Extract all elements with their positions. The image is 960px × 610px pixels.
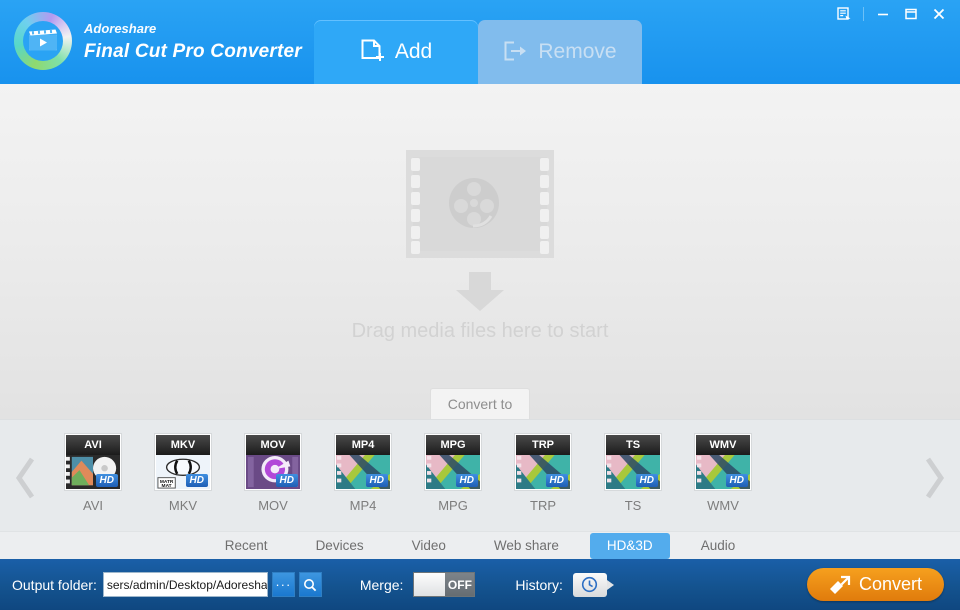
merge-toggle[interactable]: OFF [413,572,475,597]
format-icon-mp4: MP4 HD [335,434,391,490]
open-folder-button[interactable] [299,572,322,597]
format-item-mov[interactable]: MOV HD MOV [228,434,318,513]
brand-company: Adoreshare [84,22,302,35]
bottom-toolbar: Output folder: sers/admin/Desktop/Adores… [0,559,960,610]
merge-label: Merge: [360,577,404,593]
hd-badge: HD [276,474,298,487]
format-item-mpg[interactable]: MPG HD MPG [408,434,498,513]
hd-badge: HD [186,474,208,487]
format-code: WMV [696,435,750,455]
window-controls [831,3,952,25]
brand: Adoreshare Final Cut Pro Converter [14,12,302,70]
format-list: AVIHDAVIMKVMATRMATHDMKVMOVHDMOVMP4HDMP4M… [48,434,768,513]
magnifier-icon [303,578,317,592]
format-label: TS [625,498,642,513]
app-logo [14,12,72,70]
format-label: MKV [169,498,197,513]
format-label: MOV [258,498,288,513]
format-item-wmv[interactable]: WMV HD WMV [678,434,768,513]
main-tabs: Add Remove [314,20,642,84]
format-label: AVI [83,498,103,513]
format-icon-avi: AVI HD [65,434,121,490]
app-window: Adoreshare Final Cut Pro Converter Add [0,0,960,610]
maximize-icon[interactable] [898,3,924,25]
category-tab-audio[interactable]: Audio [684,533,753,559]
format-code: MP4 [336,435,390,455]
clock-icon [581,576,598,593]
output-folder-label: Output folder: [12,577,97,593]
format-code: AVI [66,435,120,455]
hd-badge: HD [636,474,658,487]
tab-add[interactable]: Add [314,20,478,84]
convert-button-label: Convert [859,574,922,595]
drop-zone[interactable]: Drag media files here to start Convert t… [0,84,960,419]
minimize-icon[interactable] [870,3,896,25]
category-tab-recent[interactable]: Recent [208,533,285,559]
carousel-next-button[interactable] [914,455,954,501]
window-controls-divider [863,7,864,21]
tab-remove-label: Remove [538,40,616,64]
ellipsis-icon: ··· [275,581,291,589]
format-icon-mpg: MPG HD [425,434,481,490]
drop-zone-message: Drag media files here to start [0,320,960,343]
output-folder-input[interactable]: sers/admin/Desktop/Adoreshare [103,572,268,597]
history-button[interactable] [573,573,607,597]
convert-to-tab[interactable]: Convert to [430,388,530,419]
format-icon-wmv: WMV HD [695,434,751,490]
tab-remove[interactable]: Remove [478,20,642,84]
clapperboard-play-icon [28,29,58,53]
brand-text: Adoreshare Final Cut Pro Converter [84,22,302,61]
format-label: WMV [707,498,739,513]
chevron-right-icon [923,456,945,500]
close-icon[interactable] [926,3,952,25]
feedback-icon[interactable] [831,3,857,25]
category-tab-hd-3d[interactable]: HD&3D [590,533,670,559]
format-label: TRP [530,498,556,513]
category-tab-video[interactable]: Video [395,533,463,559]
format-code: TRP [516,435,570,455]
convert-arrow-icon [829,575,851,595]
format-icon-ts: TS HD [605,434,661,490]
svg-text:MAT: MAT [162,483,172,489]
hd-badge: HD [726,474,748,487]
carousel-prev-button[interactable] [6,455,46,501]
hd-badge: HD [456,474,478,487]
format-code: TS [606,435,660,455]
format-icon-mov: MOV HD [245,434,301,490]
format-item-trp[interactable]: TRP HD TRP [498,434,588,513]
format-label: MP4 [350,498,377,513]
file-add-icon [360,39,384,65]
format-code: MOV [246,435,300,455]
format-item-mp4[interactable]: MP4 HD MP4 [318,434,408,513]
arrow-down-icon [454,272,506,312]
hd-badge: HD [546,474,568,487]
format-code: MKV [156,435,210,455]
format-item-mkv[interactable]: MKVMATRMATHDMKV [138,434,228,513]
browse-folder-button[interactable]: ··· [272,572,295,597]
convert-button[interactable]: Convert [807,568,944,601]
category-tab-web-share[interactable]: Web share [477,533,576,559]
format-item-ts[interactable]: TS HD TS [588,434,678,513]
merge-toggle-state: OFF [445,573,474,596]
format-carousel: AVIHDAVIMKVMATRMATHDMKVMOVHDMOVMP4HDMP4M… [0,419,960,531]
format-icon-trp: TRP HD [515,434,571,490]
hd-badge: HD [366,474,388,487]
film-strip-reel-icon [406,150,554,258]
tab-add-label: Add [395,40,432,64]
history-label: History: [515,577,562,593]
convert-to-label: Convert to [448,396,513,412]
format-icon-mkv: MKVMATRMATHD [155,434,211,490]
hd-badge: HD [96,474,118,487]
format-label: MPG [438,498,468,513]
chevron-left-icon [15,456,37,500]
format-code: MPG [426,435,480,455]
category-tabs: Recent Devices Video Web share HD&3D Audio [0,531,960,559]
category-tab-devices[interactable]: Devices [299,533,381,559]
brand-product: Final Cut Pro Converter [84,42,302,61]
merge-toggle-knob [414,573,445,596]
file-remove-icon [503,40,527,64]
title-bar: Adoreshare Final Cut Pro Converter Add [0,0,960,84]
format-item-avi[interactable]: AVI HD AVI [48,434,138,513]
